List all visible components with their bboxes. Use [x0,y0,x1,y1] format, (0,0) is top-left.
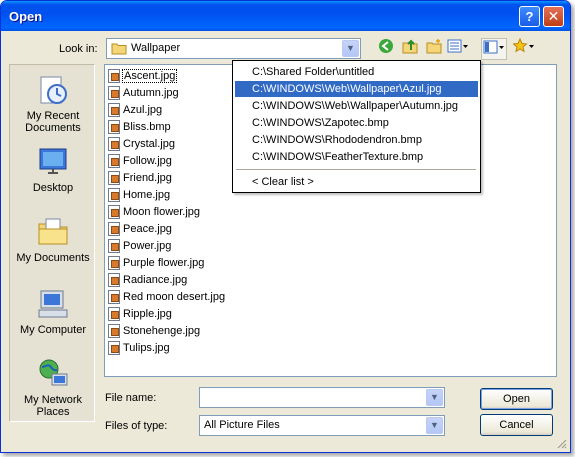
history-item-highlighted[interactable]: C:\WINDOWS\Web\Wallpaper\Azul.jpg [235,81,478,97]
list-item[interactable]: Friend.jpg [108,170,172,186]
bitmap-file-icon [108,120,120,135]
place-my-documents[interactable]: My Documents [10,215,96,264]
chevron-down-icon[interactable]: ▼ [426,389,443,406]
image-file-icon [108,137,120,152]
help-button[interactable]: ? [519,6,540,27]
image-file-icon [108,290,120,305]
history-item[interactable]: C:\WINDOWS\FeatherTexture.bmp [235,149,478,165]
list-item[interactable]: Moon flower.jpg [108,204,200,220]
list-item[interactable]: Follow.jpg [108,153,172,169]
place-my-recent-documents[interactable]: My Recent Documents [10,73,96,134]
file-name-combo[interactable]: ▼ [199,387,445,408]
recent-documents-icon [40,76,67,104]
cancel-button[interactable]: Cancel [480,414,553,436]
title-bar[interactable]: Open ? ✕ [1,1,570,31]
file-name-input[interactable] [202,389,422,406]
list-item[interactable]: Red moon desert.jpg [108,289,225,305]
back-icon[interactable] [375,38,397,60]
list-item[interactable]: Ripple.jpg [108,306,172,322]
list-item[interactable]: Autumn.jpg [108,85,179,101]
my-documents-icon [38,218,68,245]
network-places-icon [39,359,68,386]
folder-icon [111,43,127,55]
history-dropdown: C:\Shared Folder\untitled C:\WINDOWS\Web… [232,60,481,193]
close-button[interactable]: ✕ [543,6,564,27]
list-item[interactable]: Stonehenge.jpg [108,323,200,339]
file-type-value: All Picture Files [204,419,280,431]
list-item[interactable]: Crystal.jpg [108,136,175,152]
image-file-icon [108,205,120,220]
my-computer-icon [38,290,68,318]
up-folder-icon[interactable] [399,38,421,60]
clear-list-item[interactable]: < Clear list > [235,174,478,190]
image-file-icon [108,69,120,84]
list-item[interactable]: Peace.jpg [108,221,172,237]
image-file-icon [108,171,120,186]
history-item[interactable]: C:\WINDOWS\Zapotec.bmp [235,115,478,131]
image-file-icon [108,239,120,254]
tools-views-icon[interactable] [481,38,507,60]
look-in-combo[interactable]: Wallpaper ▼ [106,38,361,59]
image-file-icon [108,273,120,288]
favorite-star-icon[interactable] [511,37,537,60]
list-item[interactable]: Radiance.jpg [108,272,187,288]
history-item[interactable]: C:\WINDOWS\Web\Wallpaper\Autumn.jpg [235,98,478,114]
open-button[interactable]: Open [480,388,553,410]
image-file-icon [108,103,120,118]
chevron-down-icon[interactable]: ▼ [426,417,443,434]
list-item[interactable]: Ascent.jpg [108,68,178,84]
look-in-label: Look in: [59,43,98,55]
file-name-label: File name: [105,392,157,404]
file-type-label: Files of type: [105,420,168,432]
image-file-icon [108,307,120,322]
list-item[interactable]: Bliss.bmp [108,119,171,135]
look-in-value: Wallpaper [131,42,181,54]
window-title: Open [9,9,43,24]
image-file-icon [108,324,120,339]
history-separator [236,169,476,170]
places-bar: My Recent Documents Desktop My Documents… [9,64,95,422]
new-folder-icon[interactable] [423,38,445,60]
list-item[interactable]: Home.jpg [108,187,170,203]
image-file-icon [108,256,120,271]
place-my-network-places[interactable]: My Network Places [10,357,96,418]
place-desktop[interactable]: Desktop [10,145,96,194]
open-dialog: Open ? ✕ Look in: Wallpaper ▼ My Recent … [0,0,571,453]
image-file-icon [108,188,120,203]
list-item[interactable]: Azul.jpg [108,102,162,118]
image-file-icon [108,154,120,169]
list-item[interactable]: Tulips.jpg [108,340,170,356]
views-menu-icon[interactable] [445,38,471,60]
resize-grip-icon[interactable] [555,437,567,449]
image-file-icon [108,222,120,237]
image-file-icon [108,86,120,101]
file-type-select[interactable]: All Picture Files ▼ [199,415,445,436]
place-my-computer[interactable]: My Computer [10,287,96,336]
list-item[interactable]: Power.jpg [108,238,171,254]
history-item[interactable]: C:\WINDOWS\Rhododendron.bmp [235,132,478,148]
desktop-icon [39,148,67,174]
history-item[interactable]: C:\Shared Folder\untitled [235,64,478,80]
list-item[interactable]: Purple flower.jpg [108,255,204,271]
chevron-down-icon[interactable]: ▼ [342,40,359,57]
image-file-icon [108,341,120,356]
